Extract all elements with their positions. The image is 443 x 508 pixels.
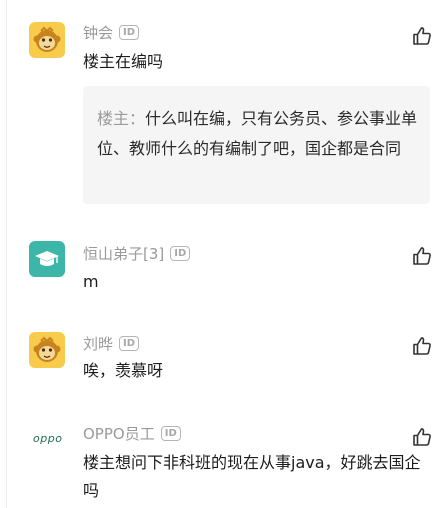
author-row: 钟会 ID [83,22,140,43]
author-name[interactable]: 钟会 [83,22,113,43]
quote-prefix: 楼主： [97,109,146,128]
author-name[interactable]: 刘晔 [83,333,113,354]
monkey-avatar-icon[interactable] [29,22,65,58]
id-badge: ID [170,245,191,261]
id-badge: ID [119,335,140,351]
monkey-avatar-icon[interactable] [29,332,65,368]
oppo-logo-text: oppo [33,432,63,445]
comment-text: m [83,272,99,291]
thumbs-up-icon[interactable] [412,246,432,266]
thumbs-up-icon[interactable] [412,427,432,447]
comment-text: 楼主在编吗 [83,52,164,71]
author-row: 恒山弟子[3] ID [83,243,191,264]
quoted-reply: 楼主：什么叫在编，只有公务员、参公事业单位、教师什么的有编制了吧，国企都是合同 [83,86,430,204]
author-row: OPPO员工 ID [83,423,181,443]
author-name[interactable]: 恒山弟子[3] [83,243,164,264]
comment-text: 唉，羡慕呀 [83,361,164,380]
id-badge: ID [160,425,181,441]
comment-item: 钟会 ID 楼主在编吗 楼主：什么叫在编，只有公务员、参公事业单位、教师什么的有… [0,0,443,220]
thumbs-up-icon[interactable] [412,336,432,356]
author-name[interactable]: OPPO员工 [83,423,155,444]
quote-text: 什么叫在编，只有公务员、参公事业单位、教师什么的有编制了吧，国企都是合同 [97,109,418,158]
quote-content: 楼主：什么叫在编，只有公务员、参公事业单位、教师什么的有编制了吧，国企都是合同 [97,104,422,164]
graduation-cap-avatar-icon[interactable] [29,241,65,277]
oppo-logo-icon[interactable]: oppo [29,422,65,458]
id-badge: ID [119,24,140,40]
comment-text: 楼主想问下非科班的现在从事java，好跳去国企吗 [83,453,421,500]
author-row: 刘晔 ID [83,333,140,354]
thumbs-up-icon[interactable] [412,26,432,46]
